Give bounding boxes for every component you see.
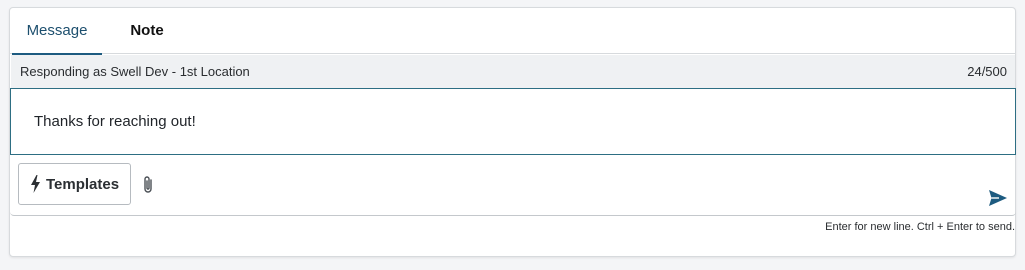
lightning-icon [29, 175, 42, 193]
tab-note[interactable]: Note [114, 8, 180, 54]
responding-as-label: Responding as Swell Dev - 1st Location [20, 64, 250, 79]
tab-message-label: Message [26, 22, 88, 39]
composer-actions: Templates [10, 155, 1016, 216]
character-count: 24/500 [967, 64, 1007, 79]
composer-tabs: Message Note [10, 8, 1015, 55]
keyboard-hint: Enter for new line. Ctrl + Enter to send… [825, 221, 1015, 233]
message-input-text[interactable]: Thanks for reaching out! [34, 113, 196, 130]
tab-note-label: Note [130, 22, 164, 39]
tab-message[interactable]: Message [12, 8, 102, 55]
send-icon[interactable] [988, 189, 1008, 207]
message-composer: Message Note Responding as Swell Dev - 1… [9, 7, 1016, 257]
responding-as-bar: Responding as Swell Dev - 1st Location 2… [11, 55, 1015, 88]
message-input[interactable]: Thanks for reaching out! [10, 88, 1016, 155]
paperclip-icon[interactable] [140, 175, 156, 195]
templates-button[interactable]: Templates [18, 163, 131, 205]
templates-button-label: Templates [46, 175, 120, 193]
